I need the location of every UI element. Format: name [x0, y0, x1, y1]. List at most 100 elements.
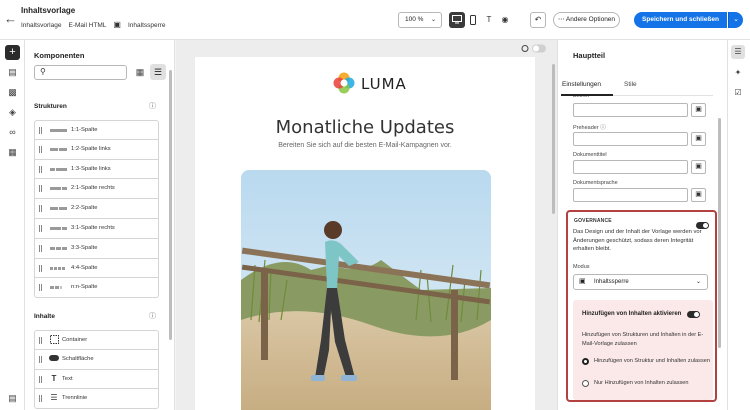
add-content-label: Hinzufügen von Inhalten aktivieren — [582, 311, 682, 317]
drag-handle-icon[interactable] — [39, 205, 42, 213]
structure-item[interactable]: n:n-Spalte — [34, 278, 159, 299]
search-input[interactable]: ⚲ — [34, 65, 127, 80]
preheader-info-icon[interactable]: ⓘ — [600, 125, 606, 131]
structure-item[interactable]: 3:1-Spalte rechts — [34, 218, 159, 239]
drag-handle-icon[interactable] — [39, 224, 42, 232]
structures-info-icon[interactable]: ⓘ — [149, 101, 156, 111]
canvas-scrollbar[interactable] — [552, 64, 555, 214]
drag-handle-icon[interactable] — [39, 185, 42, 193]
mode-select[interactable]: ▣ Inhaltssperre ⌄ — [573, 274, 708, 290]
structure-item[interactable]: 4:4-Spalte — [34, 258, 159, 279]
add-content-toggle[interactable] — [687, 311, 700, 318]
personalize-icon[interactable]: ▣ — [691, 103, 706, 117]
email-headline[interactable]: Monatliche Updates — [195, 117, 535, 138]
doc-lang-field[interactable] — [573, 188, 688, 202]
drag-handle-icon[interactable] — [39, 264, 42, 272]
tab-styles[interactable]: Stile — [624, 81, 637, 88]
desktop-view-icon[interactable] — [449, 12, 465, 28]
drag-handle-icon[interactable] — [39, 395, 42, 403]
personalize-icon[interactable]: ▣ — [691, 188, 706, 202]
mobile-view-icon[interactable] — [465, 12, 481, 28]
radio-structure-content[interactable] — [582, 358, 589, 365]
column-layout-icon — [50, 226, 67, 230]
subject-field[interactable] — [573, 103, 688, 117]
doc-title-field[interactable] — [573, 160, 688, 174]
mode-label: Modus — [573, 264, 590, 270]
lock-icon: ▣ — [579, 278, 586, 285]
properties-title: Hauptteil — [573, 51, 606, 60]
structure-item[interactable]: 3:3-Spalte — [34, 238, 159, 259]
radio-structure-content-label[interactable]: Hinzufügen von Struktur und Inhalten zul… — [594, 357, 712, 366]
hero-image[interactable] — [241, 170, 491, 410]
radio-content-only[interactable] — [582, 380, 589, 387]
personalization-icon[interactable]: ▦ — [6, 146, 19, 159]
save-close-button[interactable]: Speichern und schließen — [634, 12, 727, 28]
drag-handle-icon[interactable] — [39, 244, 42, 252]
content-item[interactable]: Schaltfläche — [34, 349, 159, 370]
structure-item[interactable]: 2:1-Spalte rechts — [34, 179, 159, 200]
tab-settings[interactable]: Einstellungen — [562, 81, 601, 88]
lock-icon: ▣ — [113, 20, 121, 29]
personalize-icon[interactable]: ▣ — [691, 160, 706, 174]
more-icon: ⋯ — [557, 16, 565, 23]
other-options-button[interactable]: ⋯ Andere Optionen — [553, 12, 620, 28]
content-item[interactable]: Container — [34, 330, 159, 350]
drag-handle-icon[interactable] — [39, 145, 42, 153]
meta-lock: Inhaltssperre — [127, 21, 166, 29]
column-layout-icon — [50, 129, 67, 132]
fragments-icon[interactable]: ▤ — [6, 66, 19, 79]
mode-value: Inhaltssperre — [594, 279, 629, 285]
preview-eye-icon[interactable]: ◉ — [497, 12, 513, 28]
theme-toggle-icon[interactable] — [520, 43, 548, 54]
structure-item[interactable]: 1:1-Spalte — [34, 120, 159, 140]
add-icon[interactable]: + — [5, 45, 20, 60]
drag-handle-icon[interactable] — [39, 127, 42, 134]
components-scrollbar[interactable] — [169, 70, 172, 340]
column-layout-icon — [50, 246, 67, 250]
page-title: Inhaltsvorlage — [21, 6, 76, 15]
links-icon[interactable]: ∞ — [6, 126, 19, 139]
list-view-icon[interactable]: ☰ — [150, 64, 166, 80]
grid-view-icon[interactable]: ▦ — [134, 66, 146, 78]
other-options-label: Andere Optionen — [565, 16, 616, 23]
text-icon: T — [51, 373, 57, 383]
search-icon: ⚲ — [40, 67, 46, 76]
email-subline[interactable]: Bereiten Sie sich auf die besten E-Mail-… — [195, 142, 535, 149]
layers-icon[interactable]: ◈ — [6, 106, 19, 119]
properties-icon[interactable]: ☰ — [731, 45, 745, 59]
subject-label: Betreff — [573, 96, 590, 99]
governance-description: Das Design und der Inhalt der Vorlage we… — [573, 229, 702, 253]
structure-item[interactable]: 1:3-Spalte links — [34, 159, 159, 180]
meta-type: Inhaltsvorlage — [21, 21, 62, 29]
contents-list: Container Schaltfläche T Text ☰ Trennlinie — [34, 330, 159, 410]
drag-handle-icon[interactable] — [39, 337, 42, 344]
template-meta: Inhaltsvorlage E-Mail HTML ▣ Inhaltssper… — [21, 21, 166, 29]
governance-heading: GOVERNANCE — [574, 218, 612, 224]
drag-handle-icon[interactable] — [39, 355, 42, 363]
meta-format: E-Mail HTML — [68, 21, 107, 29]
back-arrow-icon[interactable]: ← — [4, 12, 17, 26]
email-designer: ← Inhaltsvorlage Inhaltsvorlage E-Mail H… — [0, 0, 750, 410]
text-view-icon[interactable]: T — [481, 12, 497, 28]
drag-handle-icon[interactable] — [39, 375, 42, 383]
personalize-icon[interactable]: ▣ — [691, 132, 706, 146]
assets-icon[interactable]: ▩ — [6, 86, 19, 99]
magic-wand-icon[interactable]: ✦ — [731, 66, 745, 80]
content-item[interactable]: ☰ Trennlinie — [34, 389, 159, 410]
radio-content-only-label[interactable]: Nur Hinzufügen von Inhalten zulassen — [594, 379, 712, 388]
help-icon[interactable]: ▤ — [6, 392, 19, 405]
column-layout-icon — [50, 167, 67, 171]
structure-item[interactable]: 2:2-Spalte — [34, 199, 159, 219]
undo-icon[interactable]: ↶ — [530, 12, 546, 28]
drag-handle-icon[interactable] — [39, 284, 42, 292]
contents-info-icon[interactable]: ⓘ — [149, 311, 156, 321]
zoom-select[interactable]: 100 % ⌄ — [398, 12, 442, 28]
content-item[interactable]: T Text — [34, 369, 159, 390]
properties-scrollbar[interactable] — [718, 118, 721, 348]
check-document-icon[interactable]: ☑ — [731, 86, 745, 100]
column-layout-icon — [50, 207, 67, 211]
preheader-field[interactable] — [573, 132, 688, 146]
button-icon — [49, 354, 59, 364]
drag-handle-icon[interactable] — [39, 165, 42, 173]
structure-item[interactable]: 1:2-Spalte links — [34, 139, 159, 160]
